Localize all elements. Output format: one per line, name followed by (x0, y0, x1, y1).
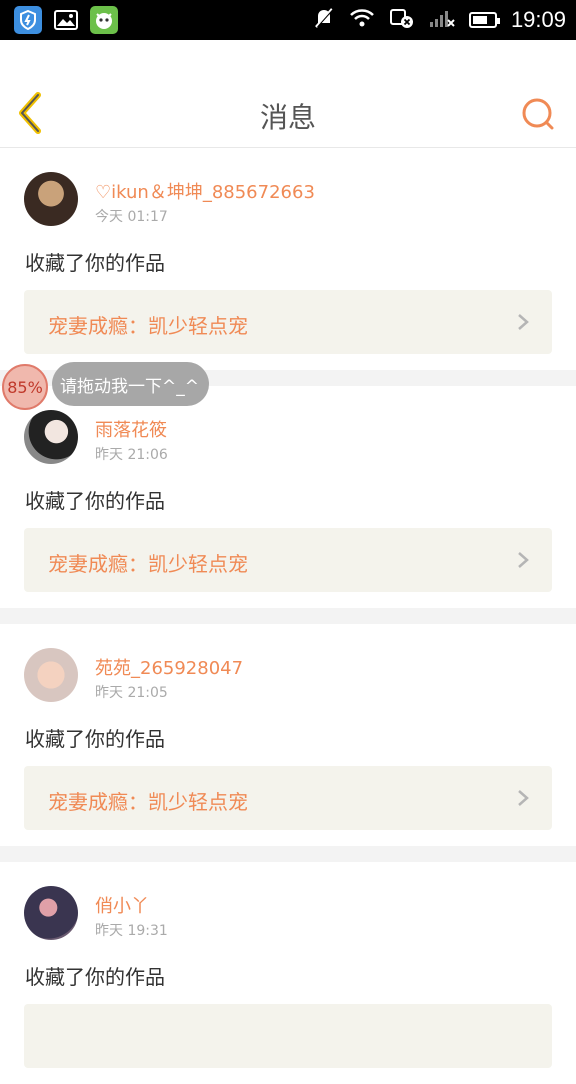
signal-icon (429, 8, 455, 32)
username[interactable]: 雨落花筱 (95, 416, 167, 442)
game-app-icon (90, 6, 118, 34)
avatar[interactable] (24, 410, 78, 464)
chevron-right-icon (518, 790, 529, 806)
timestamp: 昨天 19:31 (95, 923, 168, 939)
floating-percent-button[interactable]: 85% (2, 364, 48, 410)
message-item: 苑苑_265928047 昨天 21:05 收藏了你的作品 宠妻成瘾：凯少轻点宠 (0, 624, 576, 846)
work-title: 宠妻成瘾：凯少轻点宠 (48, 790, 248, 814)
shield-app-icon (14, 6, 42, 34)
mute-icon (313, 7, 335, 33)
sim-icon (389, 7, 415, 33)
gallery-app-icon (52, 6, 80, 34)
message-item: 雨落花筱 昨天 21:06 收藏了你的作品 宠妻成瘾：凯少轻点宠 (0, 386, 576, 608)
status-time: 19:09 (510, 7, 566, 32)
username[interactable]: 苑苑_265928047 (95, 654, 243, 680)
timestamp: 今天 01:17 (95, 209, 168, 225)
status-bar: 19:09 (0, 0, 576, 40)
floating-tip-text: 请拖动我一下^_^ (60, 376, 199, 397)
work-card[interactable]: 宠妻成瘾：凯少轻点宠 (24, 766, 552, 830)
avatar[interactable] (24, 648, 78, 702)
floating-tip: 请拖动我一下^_^ (52, 362, 209, 406)
message-item: 俏小丫 昨天 19:31 收藏了你的作品 (0, 862, 576, 1084)
action-text: 收藏了你的作品 (25, 489, 165, 513)
action-text: 收藏了你的作品 (25, 965, 165, 989)
chevron-right-icon (518, 552, 529, 568)
chevron-right-icon (518, 314, 529, 330)
message-list: ♡ikun＆坤坤_885672663 今天 01:17 收藏了你的作品 宠妻成瘾… (0, 148, 576, 1084)
page-title: 消息 (259, 101, 316, 134)
message-item: ♡ikun＆坤坤_885672663 今天 01:17 收藏了你的作品 宠妻成瘾… (0, 148, 576, 370)
timestamp: 昨天 21:06 (95, 447, 168, 463)
work-title: 宠妻成瘾：凯少轻点宠 (48, 314, 248, 338)
work-card[interactable]: 宠妻成瘾：凯少轻点宠 (24, 290, 552, 354)
search-button[interactable] (520, 96, 556, 132)
work-card[interactable]: 宠妻成瘾：凯少轻点宠 (24, 528, 552, 592)
action-text: 收藏了你的作品 (25, 251, 165, 275)
timestamp: 昨天 21:05 (95, 685, 168, 701)
avatar[interactable] (24, 886, 78, 940)
wifi-icon (349, 8, 375, 32)
divider (0, 846, 576, 862)
app-header: 消息 (0, 40, 576, 148)
avatar[interactable] (24, 172, 78, 226)
battery-icon (468, 12, 500, 28)
divider (0, 608, 576, 624)
action-text: 收藏了你的作品 (25, 727, 165, 751)
work-title: 宠妻成瘾：凯少轻点宠 (48, 552, 248, 576)
username[interactable]: ♡ikun＆坤坤_885672663 (95, 178, 315, 204)
search-icon (522, 98, 554, 130)
work-card[interactable] (24, 1004, 552, 1068)
username[interactable]: 俏小丫 (95, 892, 149, 918)
